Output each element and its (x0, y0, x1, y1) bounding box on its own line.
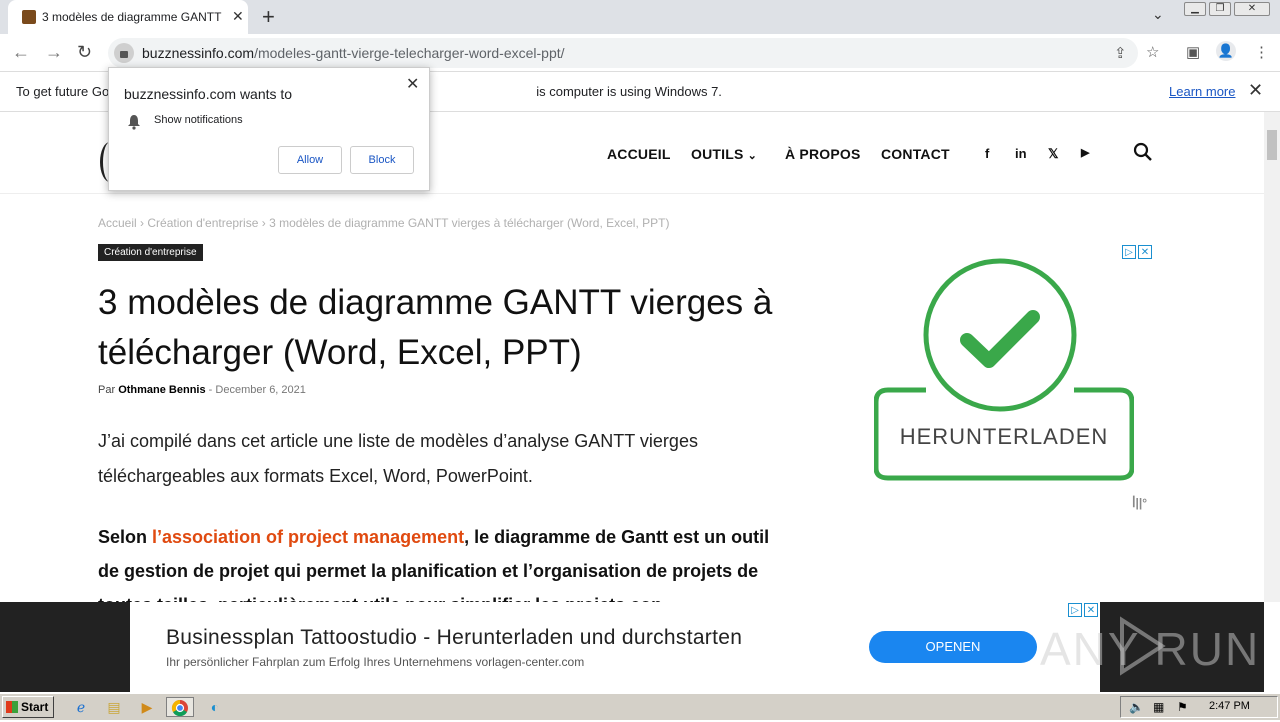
media-player-icon[interactable]: ▶ (136, 697, 158, 717)
category-badge[interactable]: Création d'entreprise (98, 244, 203, 261)
ad-provider-icon[interactable]: ꟾ||° (1132, 496, 1147, 510)
forward-icon[interactable]: → (45, 42, 63, 63)
facebook-icon[interactable]: f (985, 146, 989, 161)
breadcrumb-current: 3 modèles de diagramme GANTT vierges à t… (269, 216, 670, 230)
breadcrumb-separator-icon: › (261, 216, 270, 230)
download-ad[interactable]: HERUNTERLADEN (873, 254, 1135, 484)
menu-kebab-icon[interactable]: ⋮ (1254, 43, 1269, 61)
para-start: Selon (98, 527, 153, 547)
breadcrumb-category[interactable]: Création d'entreprise (147, 216, 258, 230)
lock-icon[interactable] (114, 43, 134, 63)
url-text[interactable]: buzznessinfo.com/modeles-gantt-vierge-te… (142, 45, 565, 61)
address-bar[interactable]: buzznessinfo.com/modeles-gantt-vierge-te… (108, 38, 1138, 68)
ad-banner[interactable]: ▷ ✕ Businessplan Tattoostudio - Herunter… (130, 602, 1100, 692)
apm-link[interactable]: l’association of project management (152, 527, 464, 547)
url-domain: buzznessinfo.com (142, 45, 255, 61)
search-icon[interactable] (1133, 142, 1153, 167)
ad-download-label: HERUNTERLADEN (899, 424, 1109, 449)
explorer-folder-icon[interactable]: ▤ (103, 697, 125, 717)
nav-outils[interactable]: OUTILS ⌄ (691, 146, 757, 162)
nav-outils-label: OUTILS (691, 146, 744, 162)
notification-permission-popup: buzznessinfo.com wants to ✕ Show notific… (108, 67, 430, 191)
url-path: /modeles-gantt-vierge-telecharger-word-e… (254, 45, 565, 61)
start-button[interactable]: Start (2, 696, 54, 718)
breadcrumb-home[interactable]: Accueil (98, 216, 137, 230)
start-label: Start (21, 700, 49, 714)
youtube-icon[interactable]: ▶ (1081, 146, 1089, 159)
close-window-icon[interactable]: ✕ (1234, 2, 1270, 16)
nav-contact[interactable]: CONTACT (881, 146, 950, 162)
block-button[interactable]: Block (350, 146, 414, 174)
tab-close-icon[interactable]: ✕ (232, 8, 244, 25)
new-tab-icon[interactable]: + (262, 4, 275, 30)
popup-close-icon[interactable]: ✕ (406, 74, 419, 94)
anyrun-watermark: ANY RUN (1040, 610, 1258, 680)
system-tray: 🔈 ▦ ⚑ 2:47 PM (1120, 696, 1278, 718)
edge-icon[interactable]: ◐ (204, 697, 226, 717)
infobar-close-icon[interactable]: ✕ (1248, 80, 1263, 101)
author-link[interactable]: Othmane Bennis (118, 384, 205, 396)
share-icon[interactable]: ⇪ (1114, 44, 1127, 62)
restore-window-icon[interactable]: ❐ (1209, 2, 1231, 16)
browser-tab[interactable]: 3 modèles de diagramme GANTT vierges à t… (8, 0, 248, 34)
tab-title: 3 modèles de diagramme GANTT vierges à t… (42, 10, 222, 24)
reload-icon[interactable]: ↻ (77, 42, 92, 63)
chrome-taskbar-icon[interactable] (166, 697, 194, 717)
side-panel-icon[interactable]: ▣ (1186, 43, 1200, 61)
byline: Par Othmane Bennis - December 6, 2021 (98, 384, 306, 396)
windows-taskbar: Start ℯ ▤ ▶ ◐ 🔈 ▦ ⚑ 2:47 PM (0, 693, 1280, 720)
nav-accueil[interactable]: ACCUEIL (607, 146, 671, 162)
allow-button[interactable]: Allow (278, 146, 342, 174)
volume-icon[interactable]: 🔈 (1129, 700, 1144, 714)
banner-open-button[interactable]: OPENEN (869, 631, 1037, 663)
ad-close-icon[interactable]: ✕ (1138, 245, 1152, 259)
bell-icon (127, 114, 141, 133)
infobar-text-right: is computer is using Windows 7. (536, 84, 722, 99)
minimize-window-icon[interactable]: ▁ (1184, 2, 1206, 16)
windows-logo-icon (6, 701, 18, 713)
breadcrumb: Accueil › Création d'entreprise › 3 modè… (98, 216, 669, 230)
linkedin-icon[interactable]: in (1015, 146, 1027, 161)
byline-prefix: Par (98, 384, 116, 396)
scrollbar-thumb[interactable] (1267, 130, 1277, 160)
anyrun-text: ANY RUN (1040, 623, 1261, 675)
taskbar-clock[interactable]: 2:47 PM (1209, 700, 1250, 712)
popup-permission-text: Show notifications (154, 114, 243, 126)
network-icon[interactable]: ▦ (1153, 700, 1164, 714)
nav-a-propos[interactable]: À PROPOS (785, 146, 861, 162)
banner-title[interactable]: Businessplan Tattoostudio - Herunterlade… (166, 626, 742, 650)
action-center-flag-icon[interactable]: ⚑ (1177, 700, 1188, 714)
chevron-down-icon: ⌄ (747, 150, 758, 162)
infobar-text-left: To get future Go (16, 84, 110, 99)
article-title: 3 modèles de diagramme GANTT vierges à t… (98, 283, 773, 372)
publish-date: December 6, 2021 (215, 384, 306, 396)
tab-search-chevron-icon[interactable]: ⌄ (1152, 6, 1164, 23)
page-scrollbar[interactable] (1264, 112, 1280, 602)
bottom-ad-overlay: ▷ ✕ Businessplan Tattoostudio - Herunter… (0, 602, 1264, 692)
ie-icon[interactable]: ℯ (70, 697, 92, 717)
back-icon[interactable]: ← (12, 42, 30, 63)
bookmark-star-icon[interactable]: ☆ (1146, 43, 1159, 61)
popup-title: buzznessinfo.com wants to (124, 86, 293, 102)
profile-avatar-icon[interactable]: 👤 (1216, 41, 1236, 61)
site-favicon-icon (22, 10, 36, 24)
banner-subtitle: Ihr persönlicher Fahrplan zum Erfolg Ihr… (166, 655, 585, 669)
x-twitter-icon[interactable]: 𝕏 (1048, 146, 1058, 162)
tab-strip: 3 modèles de diagramme GANTT vierges à t… (0, 0, 1280, 34)
article-intro: J’ai compilé dans cet article une liste … (98, 431, 698, 486)
article-content: Accueil › Création d'entreprise › 3 modè… (0, 194, 1264, 615)
learn-more-link[interactable]: Learn more (1169, 84, 1235, 99)
